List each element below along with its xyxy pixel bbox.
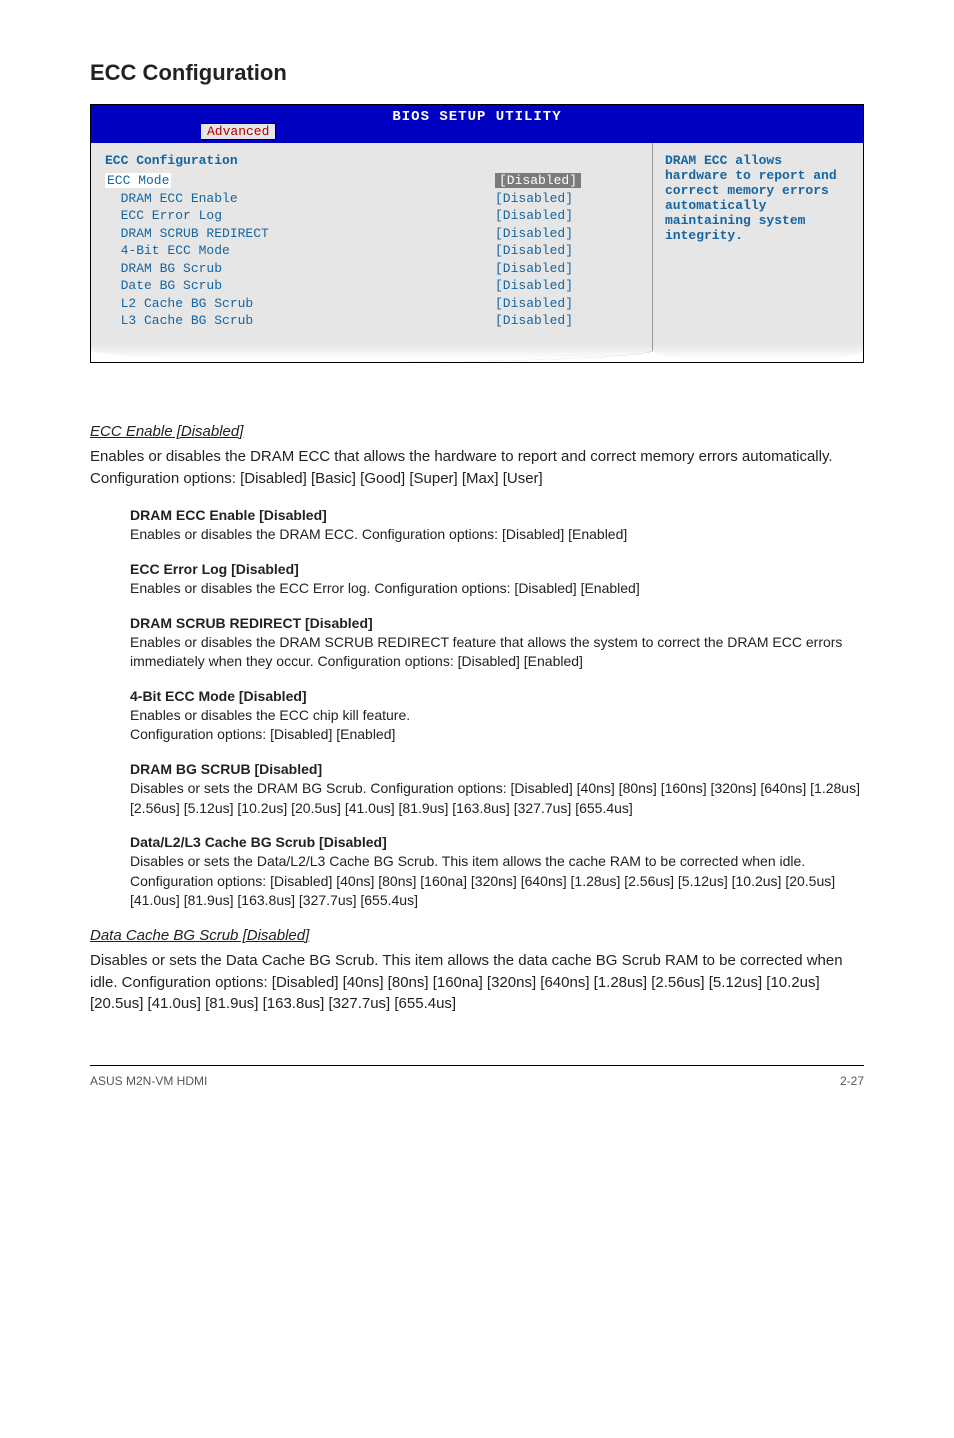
bios-setting-value[interactable]: [Disabled]	[495, 277, 640, 295]
bios-setting-label: DRAM ECC Enable	[105, 190, 495, 208]
subsection-body: Enables or disables the DRAM SCRUB REDIR…	[130, 633, 864, 672]
bios-setting-row[interactable]: DRAM BG Scrub[Disabled]	[105, 260, 640, 278]
subsection-block: DRAM ECC Enable [Disabled] Enables or dis…	[130, 507, 864, 545]
bios-panel-fade	[91, 344, 863, 362]
bios-header-bar: BIOS SETUP UTILITY Advanced	[91, 105, 863, 143]
bios-setting-label: 4-Bit ECC Mode	[105, 242, 495, 260]
bios-setting-label: DRAM SCRUB REDIRECT	[105, 225, 495, 243]
subsection-body: Disables or sets the DRAM BG Scrub. Conf…	[130, 779, 864, 818]
data-cache-heading: Data Cache BG Scrub [Disabled]	[90, 927, 864, 944]
bios-setting-value[interactable]: [Disabled]	[495, 260, 640, 278]
bios-setting-row[interactable]: ECC Mode[Disabled]	[105, 172, 640, 190]
subsection-block: Data/L2/L3 Cache BG Scrub [Disabled] Disa…	[130, 834, 864, 911]
bios-setting-label: L3 Cache BG Scrub	[105, 312, 495, 330]
bios-setting-row[interactable]: L2 Cache BG Scrub[Disabled]	[105, 295, 640, 313]
subsection-body: Enables or disables the ECC Error log. C…	[130, 579, 864, 599]
subsection-body: Disables or sets the Data/L2/L3 Cache BG…	[130, 852, 864, 911]
subsection-heading: ECC Error Log [Disabled]	[130, 561, 864, 577]
data-cache-body: Disables or sets the Data Cache BG Scrub…	[90, 950, 864, 1015]
bios-active-tab[interactable]: Advanced	[201, 123, 276, 140]
bios-settings-pane: ECC Configuration ECC Mode[Disabled] DRA…	[91, 143, 653, 344]
subsection-body: Enables or disables the DRAM ECC. Config…	[130, 525, 864, 545]
bios-setting-value[interactable]: [Disabled]	[495, 172, 640, 190]
bios-setting-value[interactable]: [Disabled]	[495, 225, 640, 243]
bios-setting-label: L2 Cache BG Scrub	[105, 295, 495, 313]
bios-setting-value[interactable]: [Disabled]	[495, 207, 640, 225]
bios-setting-value[interactable]: [Disabled]	[495, 242, 640, 260]
page-section-title: ECC Configuration	[90, 60, 864, 86]
bios-setting-row[interactable]: DRAM ECC Enable[Disabled]	[105, 190, 640, 208]
subsection-block: ECC Error Log [Disabled] Enables or disab…	[130, 561, 864, 599]
bios-setting-row[interactable]: Date BG Scrub[Disabled]	[105, 277, 640, 295]
bios-setting-label: ECC Error Log	[105, 207, 495, 225]
page-footer: ASUS M2N-VM HDMI 2-27	[90, 1065, 864, 1088]
bios-setting-value[interactable]: [Disabled]	[495, 295, 640, 313]
subsection-body: Enables or disables the ECC chip kill fe…	[130, 706, 864, 745]
bios-setting-row[interactable]: 4-Bit ECC Mode[Disabled]	[105, 242, 640, 260]
bios-setting-row[interactable]: DRAM SCRUB REDIRECT[Disabled]	[105, 225, 640, 243]
ecc-enable-heading: ECC Enable [Disabled]	[90, 423, 864, 440]
subsection-block: 4-Bit ECC Mode [Disabled] Enables or disa…	[130, 688, 864, 745]
subsection-heading: DRAM ECC Enable [Disabled]	[130, 507, 864, 523]
subsection-heading: DRAM SCRUB REDIRECT [Disabled]	[130, 615, 864, 631]
subsection-heading: 4-Bit ECC Mode [Disabled]	[130, 688, 864, 704]
footer-page-number: 2-27	[840, 1074, 864, 1088]
bios-setup-panel: BIOS SETUP UTILITY Advanced ECC Configur…	[90, 104, 864, 363]
bios-setting-value[interactable]: [Disabled]	[495, 312, 640, 330]
subsection-heading: DRAM BG SCRUB [Disabled]	[130, 761, 864, 777]
bios-setting-label: ECC Mode	[105, 172, 495, 190]
subsection-block: DRAM SCRUB REDIRECT [Disabled] Enables or…	[130, 615, 864, 672]
bios-section-title: ECC Configuration	[105, 153, 640, 168]
subsection-heading: Data/L2/L3 Cache BG Scrub [Disabled]	[130, 834, 864, 850]
bios-setting-label: DRAM BG Scrub	[105, 260, 495, 278]
bios-setting-row[interactable]: L3 Cache BG Scrub[Disabled]	[105, 312, 640, 330]
bios-help-pane: DRAM ECC allows hardware to report and c…	[653, 143, 863, 344]
ecc-enable-body: Enables or disables the DRAM ECC that al…	[90, 446, 864, 490]
bios-setting-label: Date BG Scrub	[105, 277, 495, 295]
subsection-block: DRAM BG SCRUB [Disabled] Disables or sets…	[130, 761, 864, 818]
bios-setting-row[interactable]: ECC Error Log[Disabled]	[105, 207, 640, 225]
bios-setting-value[interactable]: [Disabled]	[495, 190, 640, 208]
footer-product: ASUS M2N-VM HDMI	[90, 1074, 207, 1088]
